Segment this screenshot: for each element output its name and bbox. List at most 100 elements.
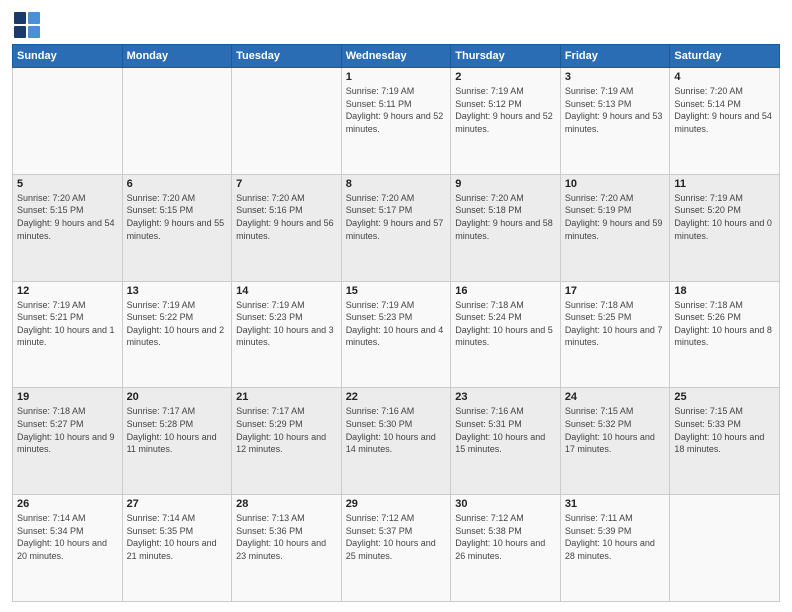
calendar-day-cell: 10 Sunrise: 7:20 AM Sunset: 5:19 PM Dayli… (560, 174, 670, 281)
calendar-day-cell: 2 Sunrise: 7:19 AM Sunset: 5:12 PM Daylig… (451, 68, 561, 175)
day-info: Sunrise: 7:11 AM Sunset: 5:39 PM Dayligh… (565, 512, 666, 562)
calendar-day-cell: 1Sunrise: 7:19 AM Sunset: 5:11 PM Daylig… (341, 68, 451, 175)
day-number: 7 (236, 178, 337, 190)
day-number: 3 (565, 71, 666, 83)
calendar-day-cell: 29 Sunrise: 7:12 AM Sunset: 5:37 PM Dayli… (341, 495, 451, 602)
day-info: Sunrise: 7:18 AM Sunset: 5:25 PM Dayligh… (565, 299, 666, 349)
calendar-day-cell: 27 Sunrise: 7:14 AM Sunset: 5:35 PM Dayli… (122, 495, 232, 602)
calendar-day-cell: 14 Sunrise: 7:19 AM Sunset: 5:23 PM Dayli… (232, 281, 342, 388)
calendar-day-cell (670, 495, 780, 602)
calendar-day-cell: 18 Sunrise: 7:18 AM Sunset: 5:26 PM Dayli… (670, 281, 780, 388)
weekday-header: Wednesday (341, 45, 451, 68)
day-info: Sunrise: 7:20 AM Sunset: 5:16 PM Dayligh… (236, 192, 337, 242)
calendar-header: SundayMondayTuesdayWednesdayThursdayFrid… (13, 45, 780, 68)
day-number: 1 (346, 71, 447, 83)
calendar-day-cell: 16 Sunrise: 7:18 AM Sunset: 5:24 PM Dayli… (451, 281, 561, 388)
day-number: 22 (346, 391, 447, 403)
weekday-header: Sunday (13, 45, 123, 68)
day-info: Sunrise: 7:14 AM Sunset: 5:34 PM Dayligh… (17, 512, 118, 562)
calendar-week-row: 1Sunrise: 7:19 AM Sunset: 5:11 PM Daylig… (13, 68, 780, 175)
day-number: 29 (346, 498, 447, 510)
calendar-day-cell: 11 Sunrise: 7:19 AM Sunset: 5:20 PM Dayli… (670, 174, 780, 281)
day-info: Sunrise: 7:19 AM Sunset: 5:13 PM Dayligh… (565, 85, 666, 135)
day-info: Sunrise: 7:18 AM Sunset: 5:26 PM Dayligh… (674, 299, 775, 349)
day-info: Sunrise: 7:20 AM Sunset: 5:14 PM Dayligh… (674, 85, 775, 135)
day-info: Sunrise: 7:14 AM Sunset: 5:35 PM Dayligh… (127, 512, 228, 562)
day-number: 24 (565, 391, 666, 403)
calendar-day-cell: 8 Sunrise: 7:20 AM Sunset: 5:17 PM Daylig… (341, 174, 451, 281)
day-number: 21 (236, 391, 337, 403)
calendar-day-cell: 31 Sunrise: 7:11 AM Sunset: 5:39 PM Dayli… (560, 495, 670, 602)
day-info: Sunrise: 7:13 AM Sunset: 5:36 PM Dayligh… (236, 512, 337, 562)
calendar-day-cell: 28 Sunrise: 7:13 AM Sunset: 5:36 PM Dayli… (232, 495, 342, 602)
calendar-day-cell (13, 68, 123, 175)
day-info: Sunrise: 7:19 AM Sunset: 5:21 PM Dayligh… (17, 299, 118, 349)
weekday-header: Friday (560, 45, 670, 68)
day-number: 8 (346, 178, 447, 190)
day-info: Sunrise: 7:20 AM Sunset: 5:15 PM Dayligh… (127, 192, 228, 242)
day-number: 17 (565, 285, 666, 297)
calendar-day-cell: 7 Sunrise: 7:20 AM Sunset: 5:16 PM Daylig… (232, 174, 342, 281)
day-info: Sunrise: 7:19 AM Sunset: 5:23 PM Dayligh… (346, 299, 447, 349)
day-info: Sunrise: 7:19 AM Sunset: 5:22 PM Dayligh… (127, 299, 228, 349)
logo-icon (12, 10, 40, 38)
day-number: 16 (455, 285, 556, 297)
logo (12, 10, 42, 38)
day-info: Sunrise: 7:18 AM Sunset: 5:27 PM Dayligh… (17, 405, 118, 455)
day-number: 6 (127, 178, 228, 190)
calendar-day-cell: 13 Sunrise: 7:19 AM Sunset: 5:22 PM Dayli… (122, 281, 232, 388)
calendar-day-cell: 26 Sunrise: 7:14 AM Sunset: 5:34 PM Dayli… (13, 495, 123, 602)
weekday-header: Monday (122, 45, 232, 68)
day-info: Sunrise: 7:18 AM Sunset: 5:24 PM Dayligh… (455, 299, 556, 349)
calendar-day-cell: 19 Sunrise: 7:18 AM Sunset: 5:27 PM Dayli… (13, 388, 123, 495)
calendar-day-cell (122, 68, 232, 175)
day-number: 19 (17, 391, 118, 403)
calendar-day-cell: 3 Sunrise: 7:19 AM Sunset: 5:13 PM Daylig… (560, 68, 670, 175)
weekday-header: Saturday (670, 45, 780, 68)
day-number: 28 (236, 498, 337, 510)
weekday-header: Thursday (451, 45, 561, 68)
calendar-week-row: 12 Sunrise: 7:19 AM Sunset: 5:21 PM Dayli… (13, 281, 780, 388)
calendar-day-cell: 17 Sunrise: 7:18 AM Sunset: 5:25 PM Dayli… (560, 281, 670, 388)
day-number: 27 (127, 498, 228, 510)
day-number: 4 (674, 71, 775, 83)
day-number: 13 (127, 285, 228, 297)
day-info: Sunrise: 7:19 AM Sunset: 5:20 PM Dayligh… (674, 192, 775, 242)
weekday-header: Tuesday (232, 45, 342, 68)
day-info: Sunrise: 7:19 AM Sunset: 5:23 PM Dayligh… (236, 299, 337, 349)
day-number: 9 (455, 178, 556, 190)
calendar-day-cell: 30 Sunrise: 7:12 AM Sunset: 5:38 PM Dayli… (451, 495, 561, 602)
day-info: Sunrise: 7:17 AM Sunset: 5:29 PM Dayligh… (236, 405, 337, 455)
header (12, 10, 780, 38)
day-number: 23 (455, 391, 556, 403)
day-number: 26 (17, 498, 118, 510)
day-number: 30 (455, 498, 556, 510)
calendar-week-row: 26 Sunrise: 7:14 AM Sunset: 5:34 PM Dayli… (13, 495, 780, 602)
calendar-day-cell: 6 Sunrise: 7:20 AM Sunset: 5:15 PM Daylig… (122, 174, 232, 281)
day-info: Sunrise: 7:12 AM Sunset: 5:37 PM Dayligh… (346, 512, 447, 562)
day-number: 14 (236, 285, 337, 297)
calendar-week-row: 5Sunrise: 7:20 AM Sunset: 5:15 PM Daylig… (13, 174, 780, 281)
calendar-day-cell: 21 Sunrise: 7:17 AM Sunset: 5:29 PM Dayli… (232, 388, 342, 495)
calendar-day-cell: 9Sunrise: 7:20 AM Sunset: 5:18 PM Daylig… (451, 174, 561, 281)
day-info: Sunrise: 7:20 AM Sunset: 5:15 PM Dayligh… (17, 192, 118, 242)
calendar-day-cell: 25Sunrise: 7:15 AM Sunset: 5:33 PM Dayli… (670, 388, 780, 495)
calendar-day-cell: 15Sunrise: 7:19 AM Sunset: 5:23 PM Dayli… (341, 281, 451, 388)
day-info: Sunrise: 7:19 AM Sunset: 5:12 PM Dayligh… (455, 85, 556, 135)
day-number: 18 (674, 285, 775, 297)
calendar-day-cell (232, 68, 342, 175)
day-number: 11 (674, 178, 775, 190)
day-number: 12 (17, 285, 118, 297)
day-number: 10 (565, 178, 666, 190)
day-info: Sunrise: 7:15 AM Sunset: 5:32 PM Dayligh… (565, 405, 666, 455)
day-info: Sunrise: 7:20 AM Sunset: 5:17 PM Dayligh… (346, 192, 447, 242)
day-info: Sunrise: 7:15 AM Sunset: 5:33 PM Dayligh… (674, 405, 775, 455)
day-info: Sunrise: 7:17 AM Sunset: 5:28 PM Dayligh… (127, 405, 228, 455)
day-number: 2 (455, 71, 556, 83)
day-number: 31 (565, 498, 666, 510)
day-info: Sunrise: 7:20 AM Sunset: 5:19 PM Dayligh… (565, 192, 666, 242)
day-info: Sunrise: 7:12 AM Sunset: 5:38 PM Dayligh… (455, 512, 556, 562)
calendar-week-row: 19 Sunrise: 7:18 AM Sunset: 5:27 PM Dayli… (13, 388, 780, 495)
calendar-day-cell: 4 Sunrise: 7:20 AM Sunset: 5:14 PM Daylig… (670, 68, 780, 175)
day-number: 20 (127, 391, 228, 403)
